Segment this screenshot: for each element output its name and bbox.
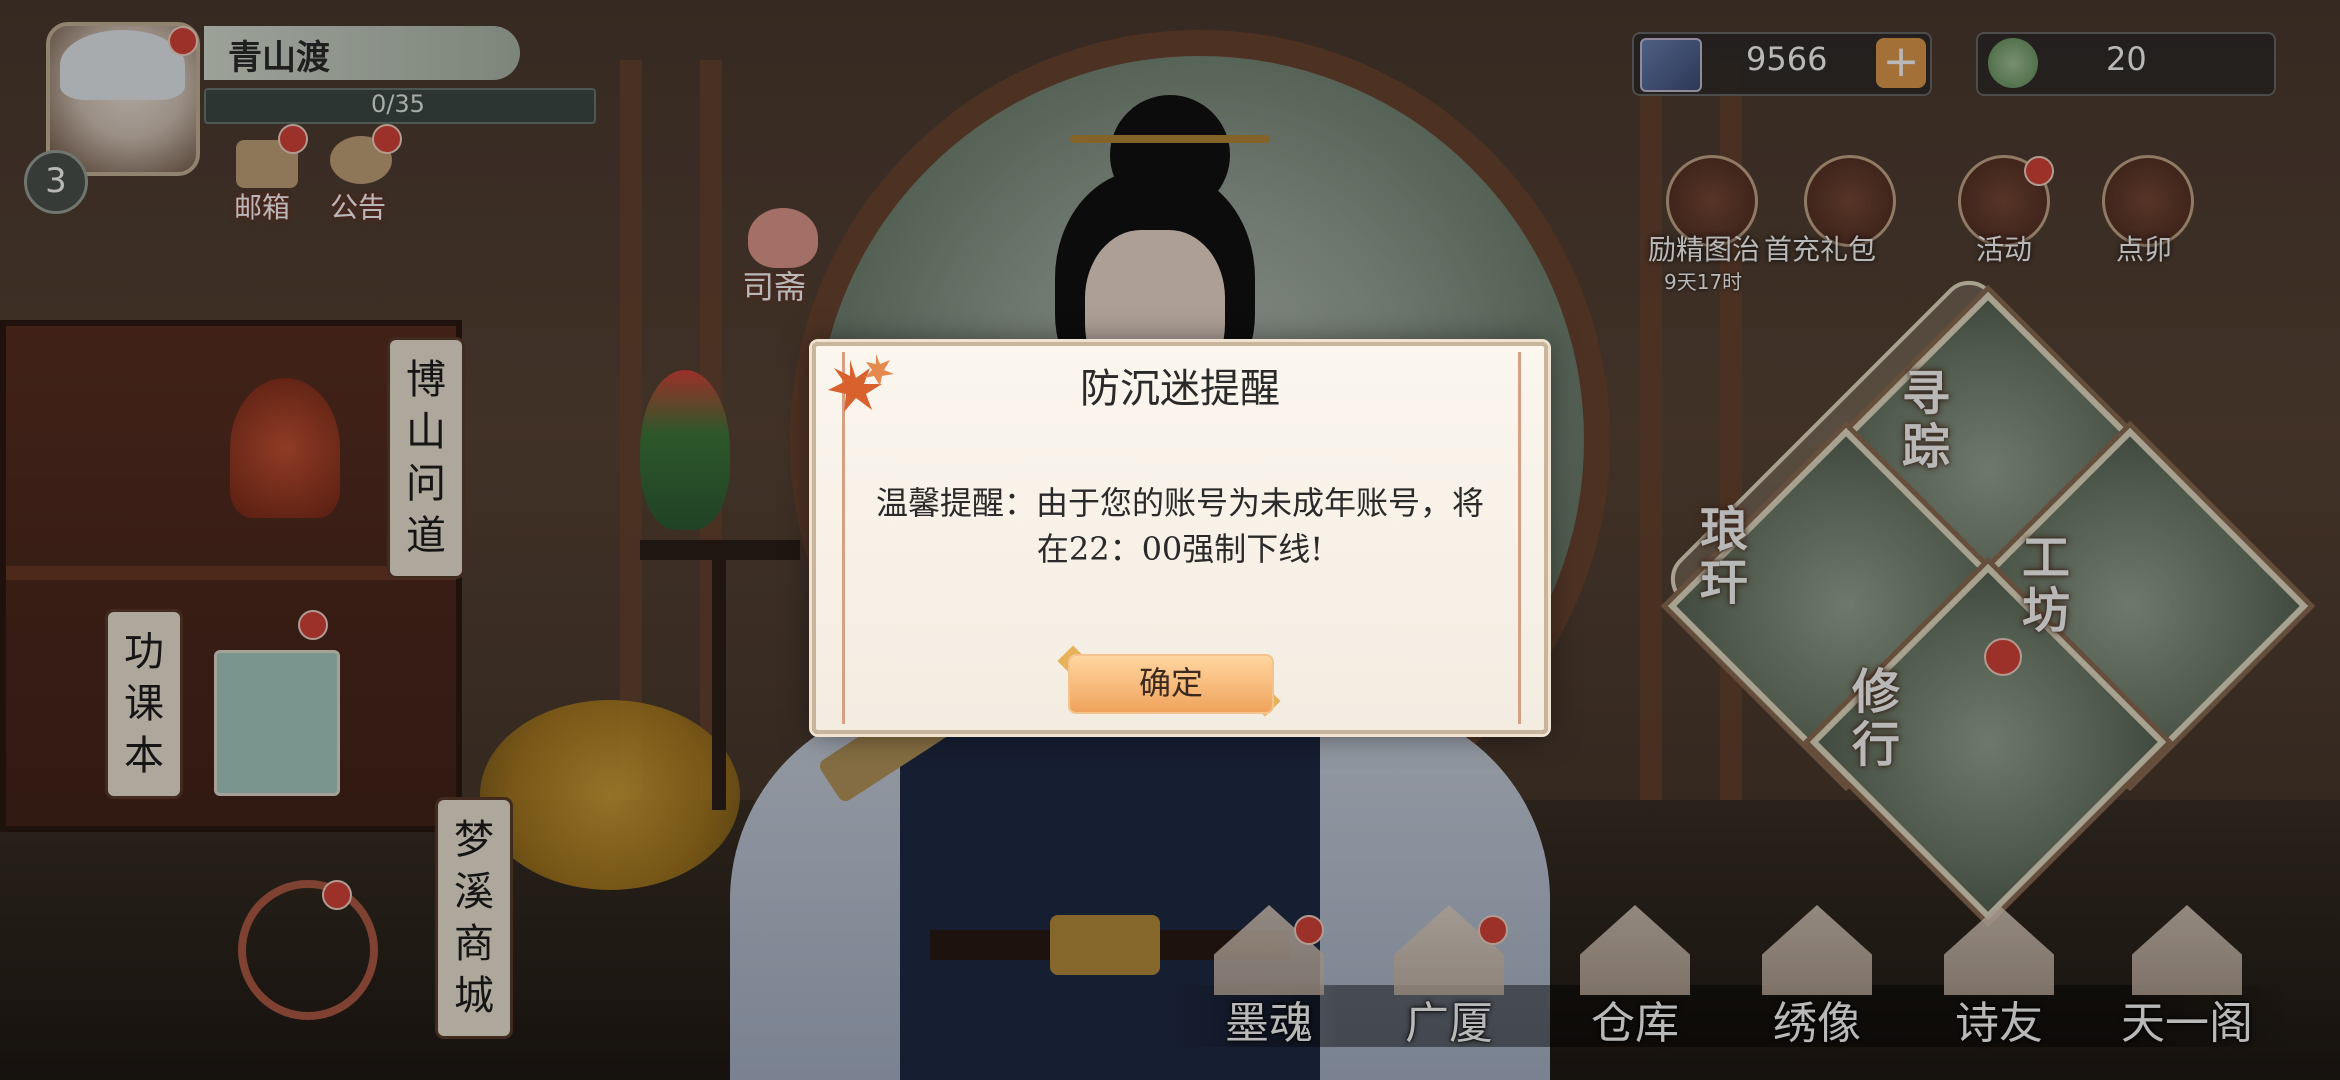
dialog-message: 温馨提醒：由于您的账号为未成年账号，将在22：00强制下线! bbox=[875, 484, 1484, 569]
dialog-title: 防沉迷提醒 bbox=[1080, 366, 1280, 412]
confirm-button[interactable]: 确定 bbox=[1068, 654, 1274, 714]
